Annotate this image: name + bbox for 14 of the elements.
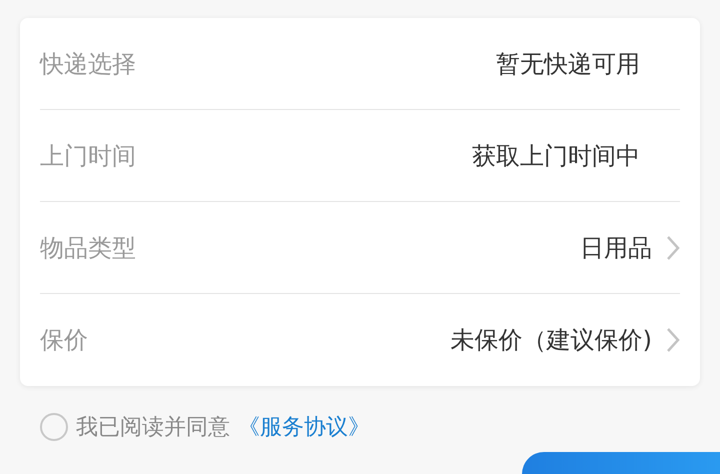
row-label: 物品类型 — [40, 232, 136, 264]
service-agreement-link[interactable]: 《服务协议》 — [238, 412, 370, 442]
chevron-right-icon — [666, 234, 680, 260]
row-label: 快递选择 — [40, 48, 136, 80]
agree-checkbox[interactable] — [40, 413, 68, 441]
row-value: 暂无快递可用 — [496, 48, 640, 80]
row-label: 上门时间 — [40, 140, 136, 172]
row-value: 日用品 — [580, 232, 652, 264]
agree-text: 我已阅读并同意 — [76, 414, 230, 442]
chevron-right-icon — [666, 327, 680, 353]
row-value: 未保价（建议保价) — [450, 325, 652, 356]
row-label: 保价 — [40, 325, 88, 356]
submit-button[interactable] — [522, 452, 720, 474]
row-value: 获取上门时间中 — [472, 140, 640, 172]
